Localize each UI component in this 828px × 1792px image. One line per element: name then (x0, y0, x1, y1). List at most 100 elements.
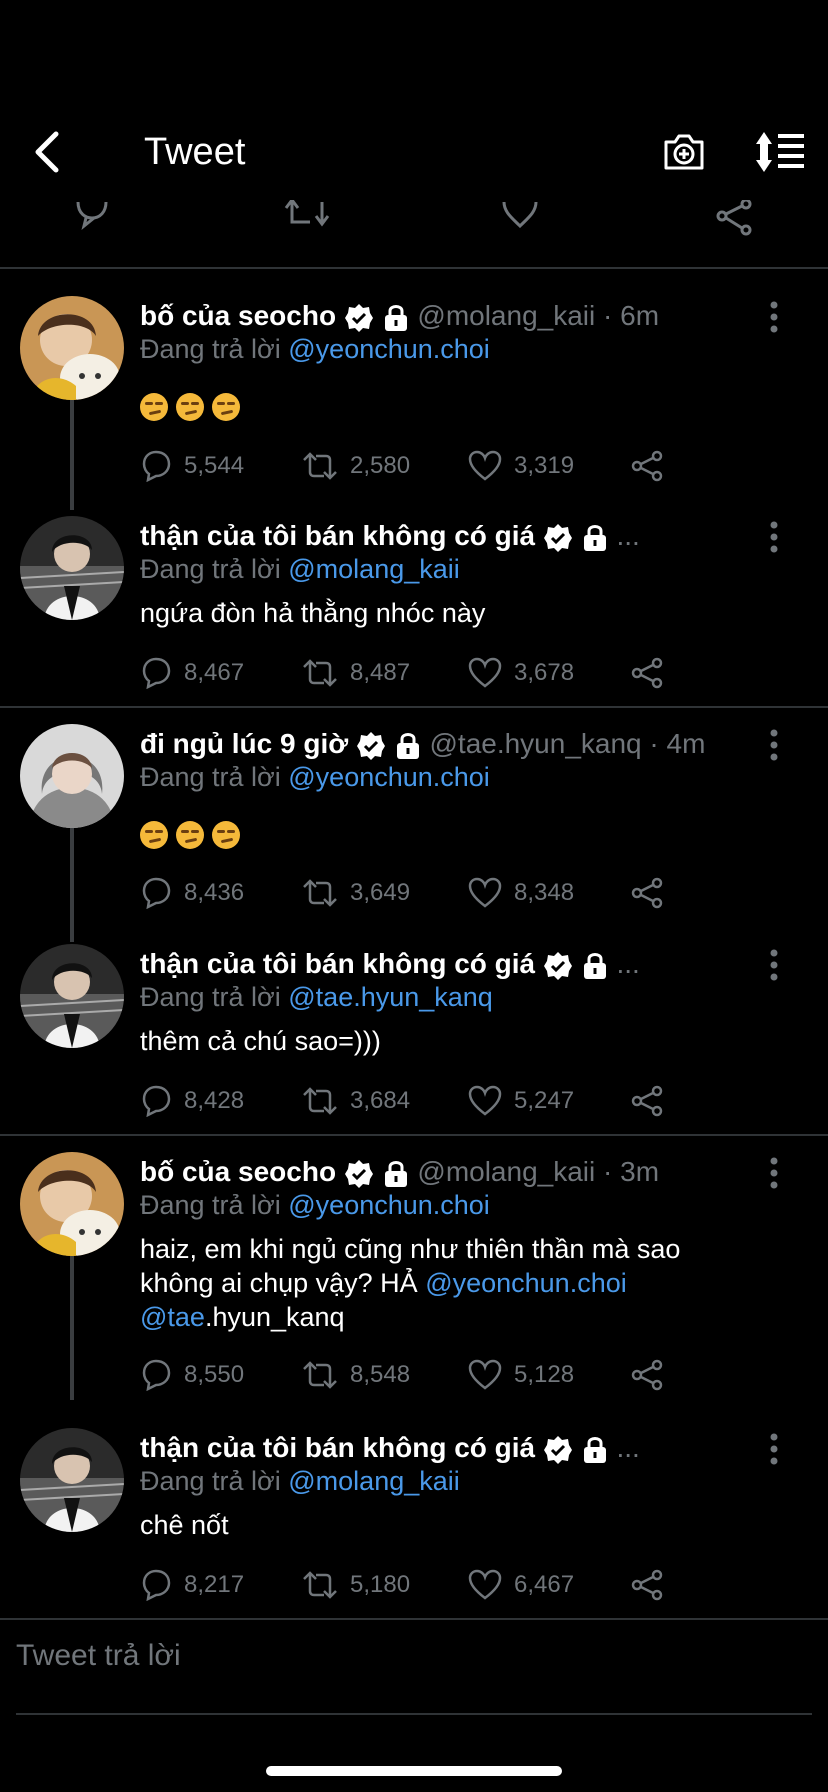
display-name[interactable]: thận của tôi bán không có giá (140, 1432, 535, 1463)
lock-icon (583, 952, 606, 979)
heart-icon (468, 450, 502, 481)
display-name[interactable]: bố của seocho (140, 300, 336, 331)
reply-button[interactable]: 8,436 (140, 873, 244, 913)
back-arrow-icon[interactable] (28, 128, 68, 176)
share-button[interactable] (630, 1565, 676, 1605)
handle-time: @tae.hyun_kanq · 4m (429, 728, 706, 759)
retweet-count: 8,487 (350, 659, 411, 686)
display-name[interactable]: thận của tôi bán không có giá (140, 520, 535, 551)
more-options-icon[interactable] (764, 1156, 784, 1190)
mention-link[interactable]: @tae (140, 1302, 205, 1332)
handle-time: ... (616, 520, 640, 551)
share-icon (631, 1085, 663, 1117)
reply-mention[interactable]: @molang_kaii (288, 554, 460, 584)
thread-line (70, 828, 74, 942)
handle-time: ... (616, 948, 640, 979)
smirk-emoji-icon (212, 820, 240, 849)
tweet-item[interactable]: thận của tôi bán không có giá ... Đang t… (0, 516, 828, 706)
like-button[interactable]: 6,467 (468, 1565, 574, 1605)
retweet-icon[interactable] (284, 200, 330, 240)
avatar[interactable] (20, 1428, 124, 1532)
share-button[interactable] (630, 1081, 676, 1121)
more-options-icon[interactable] (764, 1432, 784, 1466)
camera-add-icon[interactable] (662, 130, 706, 174)
like-button[interactable]: 8,348 (468, 873, 574, 913)
lock-icon (396, 732, 419, 759)
share-button[interactable] (630, 1355, 676, 1395)
verified-badge-icon (543, 523, 572, 552)
share-button[interactable] (630, 446, 676, 486)
reply-button[interactable]: 8,550 (140, 1355, 244, 1395)
reply-icon[interactable] (72, 200, 112, 240)
retweet-button[interactable]: 3,684 (302, 1081, 410, 1121)
display-name[interactable]: bố của seocho (140, 1156, 336, 1187)
reply-button[interactable]: 8,467 (140, 653, 244, 693)
tweet-item[interactable]: đi ngủ lúc 9 giờ @tae.hyun_kanq · 4m Đan… (0, 724, 828, 942)
replying-to: Đang trả lời @yeonchun.choi (140, 1188, 490, 1222)
tweet-text-line: @tae.hyun_kanq (140, 1300, 780, 1334)
mention-link[interactable]: @yeonchun.choi (425, 1268, 627, 1298)
share-button[interactable] (630, 653, 676, 693)
tweet-item[interactable]: thận của tôi bán không có giá ... Đang t… (0, 944, 828, 1134)
reply-count: 8,467 (184, 659, 245, 686)
display-name[interactable]: đi ngủ lúc 9 giờ (140, 728, 348, 759)
replying-to: Đang trả lời @molang_kaii (140, 552, 460, 586)
more-options-icon[interactable] (764, 948, 784, 982)
like-button[interactable]: 3,678 (468, 653, 574, 693)
smirk-emoji-icon (176, 820, 204, 849)
reply-icon (142, 877, 171, 909)
like-count: 5,128 (514, 1361, 575, 1388)
reply-composer-input[interactable]: Tweet trả lời (16, 1636, 181, 1676)
reply-mention[interactable]: @tae.hyun_kanq (288, 982, 493, 1012)
reply-button[interactable]: 8,428 (140, 1081, 244, 1121)
like-button[interactable]: 3,319 (468, 446, 574, 486)
reply-mention[interactable]: @yeonchun.choi (288, 334, 490, 364)
handle-time: @molang_kaii · 6m (417, 300, 660, 331)
tweet-header: thận của tôi bán không có giá ... (140, 1428, 640, 1468)
tweet-text-line: không ai chụp vậy? HẢ @yeonchun.choi (140, 1266, 780, 1300)
retweet-button[interactable]: 8,548 (302, 1355, 410, 1395)
avatar[interactable] (20, 296, 124, 400)
avatar[interactable] (20, 724, 124, 828)
avatar[interactable] (20, 944, 124, 1048)
share-icon (631, 1569, 663, 1601)
retweet-button[interactable]: 3,649 (302, 873, 410, 913)
retweet-button[interactable]: 8,487 (302, 653, 410, 693)
tweet-item[interactable]: bố của seocho @molang_kaii · 3m Đang trả… (0, 1152, 828, 1402)
thread-line (70, 400, 74, 510)
reply-mention[interactable]: @yeonchun.choi (288, 762, 490, 792)
like-button[interactable]: 5,128 (468, 1355, 574, 1395)
reply-button[interactable]: 5,544 (140, 446, 244, 486)
home-indicator[interactable] (266, 1766, 562, 1776)
share-icon[interactable] (714, 200, 754, 240)
retweet-button[interactable]: 2,580 (302, 446, 410, 486)
retweet-count: 3,684 (350, 1087, 411, 1114)
reply-button[interactable]: 8,217 (140, 1565, 244, 1605)
tweet-header: bố của seocho @molang_kaii · 6m (140, 296, 659, 336)
tweet-text-line: haiz, em khi ngủ cũng như thiên thần mà … (140, 1234, 681, 1264)
retweet-button[interactable]: 5,180 (302, 1565, 410, 1605)
tweet-item[interactable]: bố của seocho @molang_kaii · 6m Đang trả… (0, 296, 828, 510)
like-count: 3,678 (514, 659, 575, 686)
tweet-text-segment: .hyun_kanq (204, 1302, 345, 1332)
like-icon[interactable] (500, 200, 540, 240)
reply-count: 8,217 (184, 1571, 245, 1598)
sort-icon[interactable] (754, 130, 806, 174)
retweet-count: 2,580 (350, 452, 411, 479)
share-icon (631, 1359, 663, 1391)
share-button[interactable] (630, 873, 676, 913)
avatar[interactable] (20, 516, 124, 620)
reply-icon (142, 1569, 171, 1601)
more-options-icon[interactable] (764, 300, 784, 334)
more-options-icon[interactable] (764, 520, 784, 554)
tweet-header: bố của seocho @molang_kaii · 3m (140, 1152, 659, 1192)
avatar[interactable] (20, 1152, 124, 1256)
like-button[interactable]: 5,247 (468, 1081, 574, 1121)
tweet-item[interactable]: thận của tôi bán không có giá ... Đang t… (0, 1428, 828, 1618)
reply-icon (142, 450, 171, 482)
reply-mention[interactable]: @yeonchun.choi (288, 1190, 490, 1220)
display-name[interactable]: thận của tôi bán không có giá (140, 948, 535, 979)
tweet-actions: 8,428 3,684 5,247 (140, 1081, 700, 1121)
reply-mention[interactable]: @molang_kaii (288, 1466, 460, 1496)
more-options-icon[interactable] (764, 728, 784, 762)
